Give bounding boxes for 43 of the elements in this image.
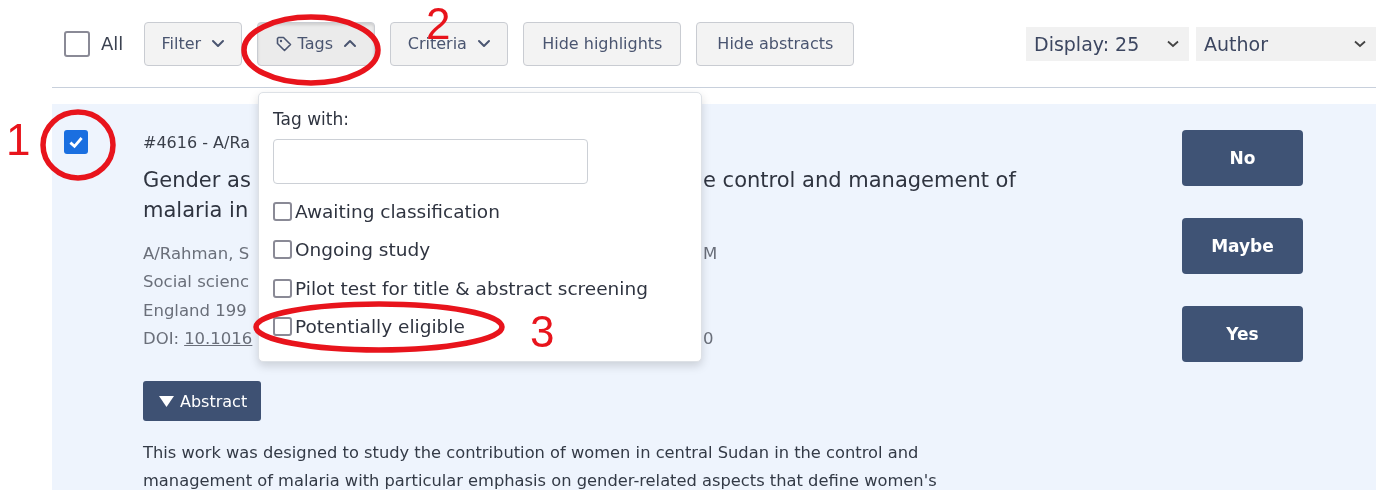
triangle-icon (159, 395, 174, 407)
dropdown-button[interactable]: Tags (257, 21, 376, 66)
tag-checkbox[interactable] (273, 317, 292, 337)
caret-icon (211, 39, 226, 48)
decision-button[interactable]: Maybe (1182, 218, 1303, 274)
decision-button[interactable]: No (1182, 130, 1303, 186)
record-meta: Social scienc (143, 272, 250, 292)
abstract-text: This work was designed to study the contribution of women in central Sudan in the control and management of malaria with particular emphasis on gender-related aspects that define women's (143, 442, 938, 490)
record-title: Gender as (143, 168, 251, 192)
tag-checkbox[interactable] (273, 201, 292, 221)
sort-select[interactable]: Author (1196, 26, 1376, 61)
tag-checkbox[interactable] (273, 240, 292, 260)
record-meta: A/Rahman, S (143, 243, 250, 263)
tag-checkbox[interactable] (273, 278, 292, 298)
select-all-checkbox[interactable] (64, 30, 90, 57)
caret-icon (476, 39, 491, 48)
tag-input-field[interactable] (273, 139, 588, 184)
chevron-icon (1167, 39, 1179, 48)
dropdown-button[interactable]: Filter (144, 21, 243, 66)
abstract-button[interactable]: Abstract (143, 381, 262, 421)
record-checkbox[interactable] (64, 130, 88, 154)
tag-icon (275, 35, 292, 52)
record-meta: England 199 (143, 300, 247, 320)
doi-label: DOI: (143, 329, 180, 349)
tag-option-label[interactable]: Pilot test for title & abstract screening (295, 277, 648, 299)
select-all-label: All (101, 33, 124, 54)
toolbar-button[interactable]: Hide abstracts (696, 21, 855, 66)
decision-button[interactable]: Yes (1182, 306, 1303, 362)
record-meta: M (703, 243, 718, 263)
tag-option-label[interactable]: Ongoing study (295, 239, 431, 261)
record-meta: 0 (703, 329, 714, 349)
record-title: malaria in (143, 198, 249, 222)
display-select[interactable]: Display: 25 (1026, 26, 1189, 61)
record-id: #4616 - A/Ra (143, 133, 251, 154)
chevron-icon (1354, 39, 1366, 48)
doi-link[interactable]: 10.1016 (184, 329, 253, 349)
record-title: e control and management of (703, 168, 1016, 192)
caret-icon (343, 39, 358, 48)
annotation-number: 3 (530, 310, 555, 354)
annotation-number: 1 (6, 118, 31, 162)
toolbar-button[interactable]: Hide highlights (523, 21, 682, 66)
tag-with-label: Tag with: (273, 109, 350, 131)
tag-option-label[interactable]: Awaiting classification (295, 200, 500, 222)
